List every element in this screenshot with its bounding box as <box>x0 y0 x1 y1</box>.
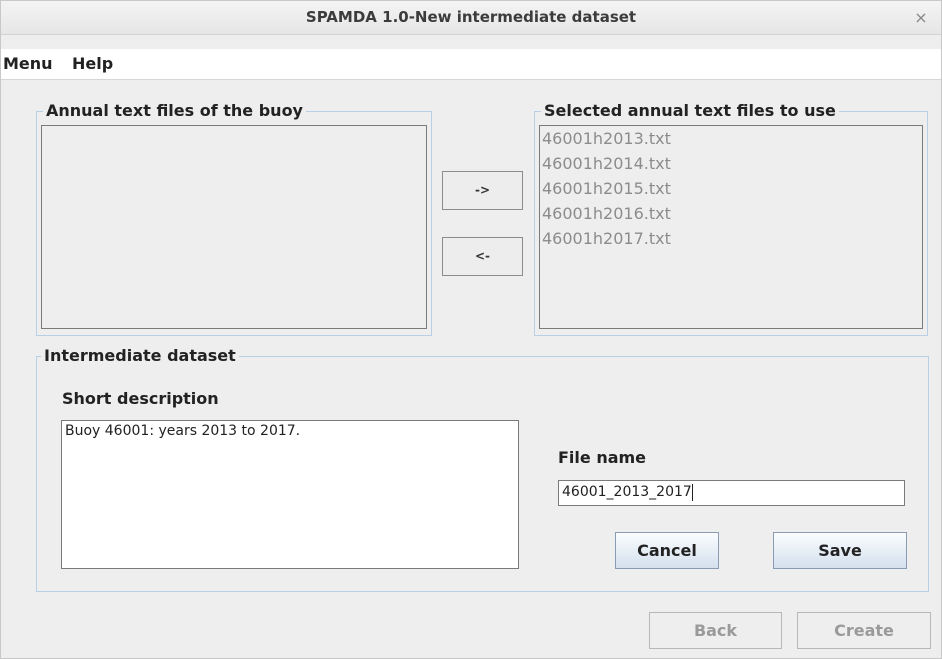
intermediate-dataset-legend: Intermediate dataset <box>41 345 239 367</box>
annual-files-legend: Annual text files of the buoy <box>43 100 306 122</box>
add-file-button[interactable]: -> <box>442 171 523 210</box>
save-button[interactable]: Save <box>773 532 907 569</box>
back-button[interactable]: Back <box>649 612 782 649</box>
file-name-label: File name <box>558 448 647 467</box>
list-item[interactable]: 46001h2017.txt <box>540 226 922 251</box>
annual-files-list[interactable] <box>41 125 427 329</box>
remove-file-button[interactable]: <- <box>442 237 523 276</box>
intermediate-dataset-group: Intermediate dataset Short description B… <box>36 345 929 592</box>
menu-item-menu[interactable]: Menu <box>3 49 53 79</box>
list-item[interactable]: 46001h2016.txt <box>540 201 922 226</box>
text-caret <box>691 483 693 501</box>
file-name-input[interactable]: 46001_2013_2017 <box>558 480 905 506</box>
cancel-button[interactable]: Cancel <box>615 532 719 569</box>
list-item[interactable]: 46001h2013.txt <box>540 126 922 151</box>
title-bar[interactable]: SPAMDA 1.0-New intermediate dataset × <box>1 1 941 35</box>
app-window: SPAMDA 1.0-New intermediate dataset × Me… <box>0 0 942 659</box>
short-description-field[interactable]: Buoy 46001: years 2013 to 2017. <box>61 420 519 569</box>
list-item[interactable]: 46001h2015.txt <box>540 176 922 201</box>
selected-files-list[interactable]: 46001h2013.txt 46001h2014.txt 46001h2015… <box>539 125 923 329</box>
list-item[interactable]: 46001h2014.txt <box>540 151 922 176</box>
menu-item-help[interactable]: Help <box>72 49 113 79</box>
create-button[interactable]: Create <box>797 612 931 649</box>
selected-files-group: Selected annual text files to use 46001h… <box>534 100 928 336</box>
menu-bar: Menu Help <box>1 49 941 80</box>
file-name-value: 46001_2013_2017 <box>562 484 692 500</box>
short-description-label: Short description <box>62 389 219 408</box>
window-title: SPAMDA 1.0-New intermediate dataset <box>305 8 637 26</box>
close-icon[interactable]: × <box>911 1 931 34</box>
selected-files-legend: Selected annual text files to use <box>541 100 839 122</box>
annual-files-group: Annual text files of the buoy <box>36 100 432 336</box>
